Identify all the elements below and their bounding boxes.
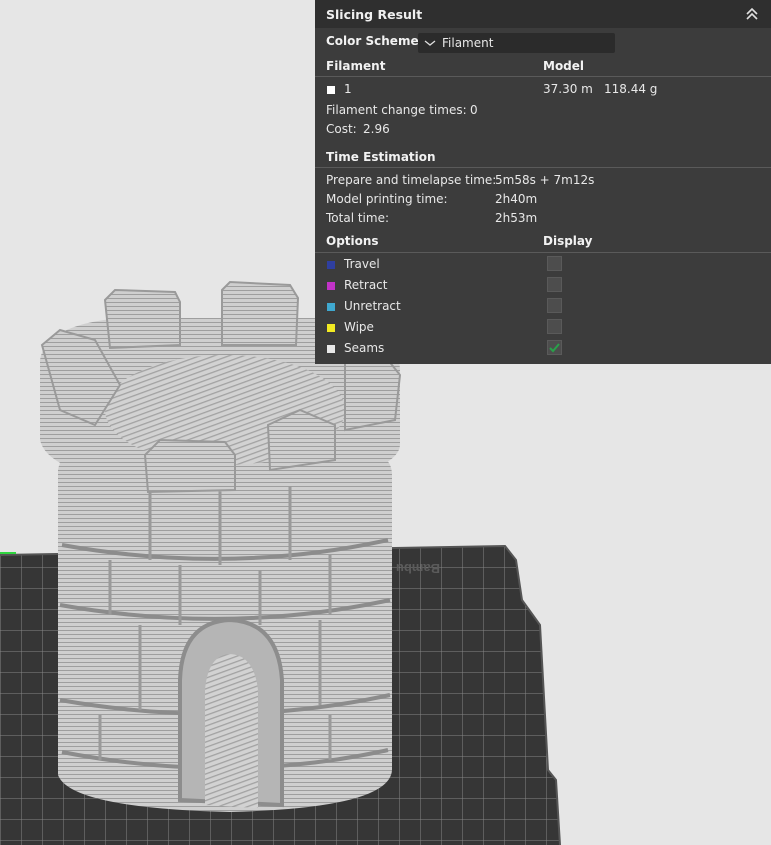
option-item-seams: Seams <box>327 341 384 355</box>
option-label: Travel <box>344 257 380 271</box>
model-time-label: Model printing time: <box>326 192 448 206</box>
options-header: Options <box>326 234 379 248</box>
prepare-time-label: Prepare and timelapse time: <box>326 173 497 187</box>
option-label: Retract <box>344 278 388 292</box>
model-header: Model <box>543 59 585 73</box>
time-estimation-header: Time Estimation <box>326 150 436 164</box>
seams-display-checkbox[interactable] <box>547 340 562 355</box>
retract-color-swatch <box>327 281 335 290</box>
divider <box>315 252 771 253</box>
filament-change-value: 0 <box>470 103 478 117</box>
travel-display-checkbox[interactable] <box>547 256 562 271</box>
option-item-wipe: Wipe <box>327 320 374 334</box>
display-header: Display <box>543 234 593 248</box>
retract-display-checkbox[interactable] <box>547 277 562 292</box>
unretract-display-checkbox[interactable] <box>547 298 562 313</box>
model-time-value: 2h40m <box>495 192 538 206</box>
unretract-color-swatch <box>327 302 335 311</box>
filament-length: 37.30 m <box>543 82 593 96</box>
filament-row: 1 <box>327 82 352 96</box>
filament-weight: 118.44 g <box>604 82 658 96</box>
divider <box>315 76 771 77</box>
filament-index: 1 <box>344 82 352 96</box>
total-time-label: Total time: <box>326 211 389 225</box>
checkmark-icon <box>549 343 560 353</box>
prepare-time-value: 5m58s + 7m12s <box>495 173 595 187</box>
filament-color-swatch <box>327 85 335 94</box>
cost-value: 2.96 <box>363 122 390 136</box>
color-scheme-dropdown[interactable]: Filament <box>418 33 615 53</box>
travel-color-swatch <box>327 260 335 269</box>
filament-change-label: Filament change times: <box>326 103 467 117</box>
filament-header: Filament <box>326 59 386 73</box>
option-item-retract: Retract <box>327 278 387 292</box>
wipe-display-checkbox[interactable] <box>547 319 562 334</box>
panel-titlebar: Slicing Result <box>315 0 771 28</box>
chevron-down-icon <box>424 40 436 46</box>
option-label: Wipe <box>344 320 374 334</box>
total-time-value: 2h53m <box>495 211 538 225</box>
option-label: Unretract <box>344 299 401 313</box>
divider <box>315 167 771 168</box>
option-item-travel: Travel <box>327 257 380 271</box>
collapse-icon[interactable] <box>744 6 760 22</box>
panel-title: Slicing Result <box>326 6 423 22</box>
option-label: Seams <box>344 341 385 355</box>
option-item-unretract: Unretract <box>327 299 401 313</box>
seams-color-swatch <box>327 344 335 353</box>
color-scheme-value: Filament <box>442 36 494 50</box>
cost-label: Cost: <box>326 122 357 136</box>
wipe-color-swatch <box>327 323 335 332</box>
slicing-result-panel: Slicing Result Color Scheme Filament Fil… <box>315 0 771 364</box>
